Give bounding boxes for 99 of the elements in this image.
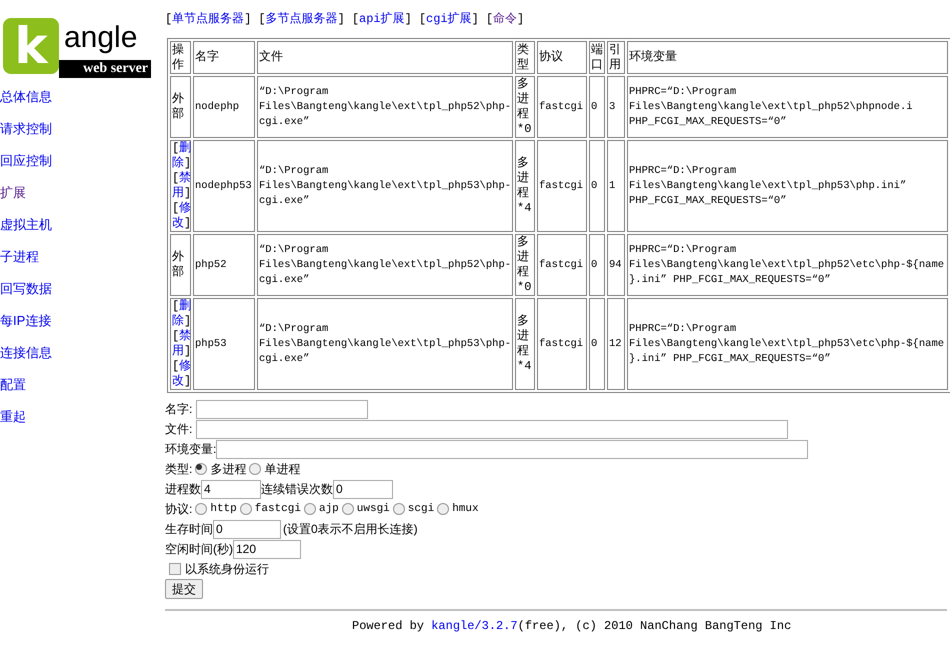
sidebar-link[interactable]: 每IP连接: [0, 313, 165, 345]
table-cell: 94: [607, 234, 625, 296]
sidebar-link[interactable]: 虚拟主机: [0, 217, 165, 249]
radio-button[interactable]: [249, 463, 262, 475]
field-label: 环境变量:: [165, 441, 216, 457]
action-link[interactable]: [禁用]: [172, 329, 189, 359]
field-label: 进程数: [165, 481, 201, 497]
footer-text: (free), (c) 2010 NanChang BangTeng Inc: [518, 619, 792, 633]
field-label: 文件:: [165, 421, 192, 437]
submit-button[interactable]: 提交: [165, 579, 203, 599]
option-label: scgi: [408, 502, 434, 517]
table-cell: nodephp53: [193, 140, 255, 232]
column-header: 类型: [515, 41, 535, 74]
table-cell: fastcgi: [537, 76, 587, 138]
radio-button[interactable]: [437, 503, 450, 515]
footer-text: Powered by: [352, 619, 426, 633]
table-cell: 3: [607, 76, 625, 138]
table-cell: “D:\Program Files\Bangteng\kangle\ext\tpl_php52\php-cgi.exe”: [257, 234, 513, 296]
table-cell: 多进程*0: [515, 76, 535, 138]
table-cell: “D:\Program Files\Bangteng\kangle\ext\tpl_php52\php-cgi.exe”: [257, 76, 513, 138]
column-header: 操作: [170, 41, 191, 74]
action-link[interactable]: [修改]: [172, 201, 189, 231]
nav-link[interactable]: [api扩展]: [352, 10, 412, 28]
radio-button[interactable]: [195, 463, 208, 475]
option-label: http: [210, 502, 237, 517]
table-cell: 多进程*4: [515, 298, 535, 390]
input-field[interactable]: 0: [333, 480, 393, 498]
sidebar-link[interactable]: 总体信息: [0, 89, 165, 121]
field-label: 协议:: [165, 501, 192, 517]
sidebar-link[interactable]: 回写数据: [0, 281, 165, 313]
option-label: 单进程: [264, 461, 300, 477]
action-link[interactable]: [修改]: [172, 359, 189, 389]
table-cell: fastcgi: [537, 140, 587, 232]
sidebar-link[interactable]: 配置: [0, 377, 165, 409]
table-cell: PHPRC=“D:\Program Files\Bangteng\kangle\ext\tpl_php53\etc\php-${name}.ini” PHP_FCGI_MAX_REQUESTS=“0”: [627, 298, 948, 390]
input-field[interactable]: 0: [213, 520, 281, 538]
column-header: 文件: [257, 41, 513, 74]
radio-button[interactable]: [342, 503, 354, 515]
column-header: 环境变量: [627, 41, 948, 74]
sidebar-link[interactable]: 扩展: [0, 185, 165, 217]
input-field[interactable]: 4: [201, 480, 261, 498]
input-field[interactable]: [196, 400, 368, 418]
sidebar-link[interactable]: 回应控制: [0, 153, 165, 185]
nav-link[interactable]: [多节点服务器]: [258, 10, 345, 28]
option-label: uwsgi: [356, 502, 390, 517]
table-cell: 多进程*0: [515, 234, 535, 296]
column-header: 端口: [589, 41, 605, 74]
checkbox[interactable]: [169, 563, 181, 575]
field-label: 名字:: [165, 401, 192, 417]
column-header: 协议: [537, 41, 587, 74]
action-link[interactable]: [禁用]: [172, 171, 189, 201]
radio-button[interactable]: [304, 503, 316, 515]
table-cell: php53: [193, 298, 255, 390]
field-label: 连续错误次数: [261, 481, 333, 497]
table-cell: 0: [589, 76, 605, 138]
action-link[interactable]: [删除]: [172, 299, 189, 329]
version-link[interactable]: kangle/3.2.7: [431, 619, 518, 633]
input-field[interactable]: [216, 440, 808, 458]
option-label: hmux: [452, 502, 479, 517]
radio-button[interactable]: [392, 503, 405, 515]
field-label: 类型:: [165, 461, 192, 477]
option-label: 多进程: [210, 461, 246, 477]
table-cell: 外部: [170, 76, 191, 138]
sidebar-link[interactable]: 子进程: [0, 249, 165, 281]
field-label: 生存时间: [165, 521, 213, 537]
table-cell: PHPRC=“D:\Program Files\Bangteng\kangle\ext\tpl_php52\phpnode.i PHP_FCGI_MAX_REQUESTS=“0”: [627, 76, 948, 138]
table-cell: “D:\Program Files\Bangteng\kangle\ext\tpl_php53\php-cgi.exe”: [257, 298, 513, 390]
table-cell: PHPRC=“D:\Program Files\Bangteng\kangle\ext\tpl_php52\etc\php-${name}.ini” PHP_FCGI_MAX_REQUESTS=“0”: [627, 234, 948, 296]
sidebar-link[interactable]: 请求控制: [0, 121, 165, 153]
sidebar-link[interactable]: 重起: [0, 409, 165, 441]
nav-link[interactable]: [单节点服务器]: [165, 10, 252, 28]
table-cell: PHPRC=“D:\Program Files\Bangteng\kangle\ext\tpl_php53\php.ini” PHP_FCGI_MAX_REQUESTS=“0”: [627, 140, 948, 232]
table-cell: fastcgi: [537, 298, 587, 390]
table-cell: 外部: [170, 234, 191, 296]
table-cell: “D:\Program Files\Bangteng\kangle\ext\tpl_php53\php-cgi.exe”: [257, 140, 513, 232]
nav-link[interactable]: [命令]: [486, 10, 524, 28]
table-cell: 0: [589, 234, 605, 296]
action-link[interactable]: [删除]: [172, 141, 189, 171]
sidebar-link[interactable]: 连接信息: [0, 345, 165, 377]
option-label: ajp: [318, 502, 339, 517]
radio-button[interactable]: [240, 503, 252, 515]
input-field[interactable]: 120: [233, 540, 301, 558]
table-cell: 12: [607, 298, 625, 390]
table-cell: 0: [589, 140, 605, 232]
nav-link[interactable]: [cgi扩展]: [418, 10, 479, 28]
field-label: 以系统身份运行: [185, 561, 269, 577]
column-header: 名字: [193, 41, 255, 74]
table-cell: php52: [193, 234, 255, 296]
table-cell: 0: [589, 298, 605, 390]
table-cell: nodephp: [193, 76, 255, 138]
table-cell: 1: [607, 140, 625, 232]
radio-button[interactable]: [195, 503, 208, 515]
input-field[interactable]: [196, 420, 788, 438]
field-label: 空闲时间(秒): [165, 541, 233, 557]
option-label: fastcgi: [254, 502, 301, 517]
hint-text: (设置0表示不启用长连接): [283, 521, 418, 537]
column-header: 引用: [607, 41, 625, 74]
table-cell: fastcgi: [537, 234, 587, 296]
table-cell: 多进程*4: [515, 140, 535, 232]
